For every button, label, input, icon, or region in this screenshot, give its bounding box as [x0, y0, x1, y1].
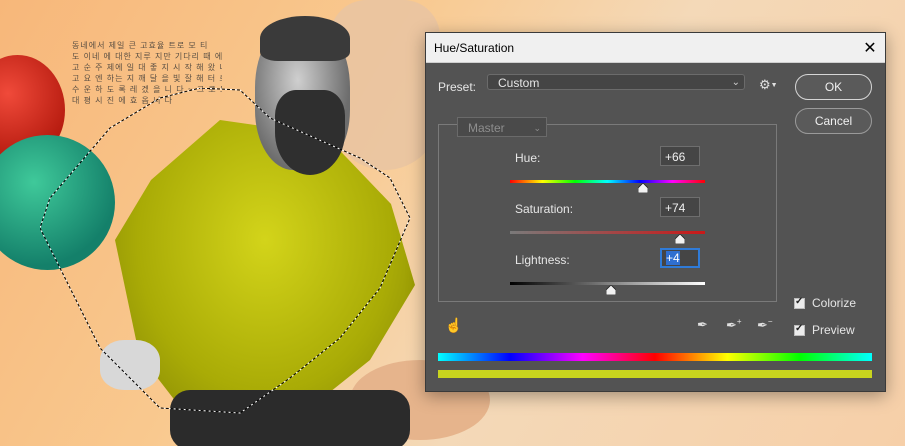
- preset-dropdown[interactable]: Custom ⌄: [487, 74, 745, 90]
- hue-value: +66: [665, 150, 686, 164]
- chevron-down-icon: ⌄: [533, 123, 541, 133]
- lightness-value-field[interactable]: +4: [660, 248, 700, 268]
- ok-button[interactable]: OK: [795, 74, 872, 100]
- preset-value: Custom: [498, 76, 540, 90]
- chevron-down-icon: ⌄: [731, 77, 740, 88]
- close-icon[interactable]: ✕: [855, 33, 885, 62]
- lightness-label: Lightness:: [515, 253, 570, 267]
- channel-value: Master: [468, 121, 505, 135]
- saturation-slider-thumb[interactable]: [674, 234, 685, 244]
- input-spectrum-bar: [438, 353, 872, 361]
- on-image-adjust-icon[interactable]: ☝: [445, 317, 462, 334]
- runner-pants: [170, 390, 410, 446]
- preview-label: Preview: [812, 323, 855, 337]
- saturation-value-field[interactable]: +74: [660, 197, 700, 217]
- saturation-value: +74: [665, 201, 686, 215]
- lightness-value: +4: [666, 251, 680, 265]
- hue-value-field[interactable]: +66: [660, 146, 700, 166]
- eyedropper-plus-icon[interactable]: ✒+: [726, 317, 742, 333]
- output-color-bar: [438, 370, 872, 378]
- colorize-option[interactable]: Colorize: [794, 296, 856, 310]
- channel-dropdown[interactable]: Master ⌄: [457, 117, 547, 137]
- runner-illustration: [60, 16, 440, 446]
- preview-option[interactable]: Preview: [794, 323, 855, 337]
- dialog-titlebar[interactable]: Hue/Saturation ✕: [426, 33, 885, 63]
- hue-slider-thumb[interactable]: [638, 183, 649, 193]
- hue-slider-track[interactable]: [510, 180, 705, 183]
- gear-icon[interactable]: ⚙▼: [759, 77, 778, 93]
- colorize-label: Colorize: [812, 296, 857, 310]
- runner-fist: [100, 340, 160, 390]
- runner-beard: [275, 90, 345, 175]
- dialog-title: Hue/Saturation: [434, 40, 515, 55]
- preview-checkbox[interactable]: [794, 323, 805, 336]
- colorize-checkbox[interactable]: [794, 296, 805, 309]
- adjustment-group: [438, 124, 777, 302]
- eyedropper-icon[interactable]: ✒: [697, 317, 708, 333]
- preset-label: Preset:: [438, 80, 477, 94]
- runner-hair: [260, 16, 350, 61]
- hue-saturation-dialog: Hue/Saturation ✕ Preset: Custom ⌄ ⚙▼ OK …: [425, 32, 886, 392]
- hue-label: Hue:: [515, 151, 541, 165]
- saturation-label: Saturation:: [515, 202, 574, 216]
- yellow-jacket: [115, 120, 415, 420]
- eyedropper-minus-icon[interactable]: ✒−: [757, 317, 773, 333]
- lightness-slider-thumb[interactable]: [606, 285, 617, 295]
- cancel-button[interactable]: Cancel: [795, 108, 872, 134]
